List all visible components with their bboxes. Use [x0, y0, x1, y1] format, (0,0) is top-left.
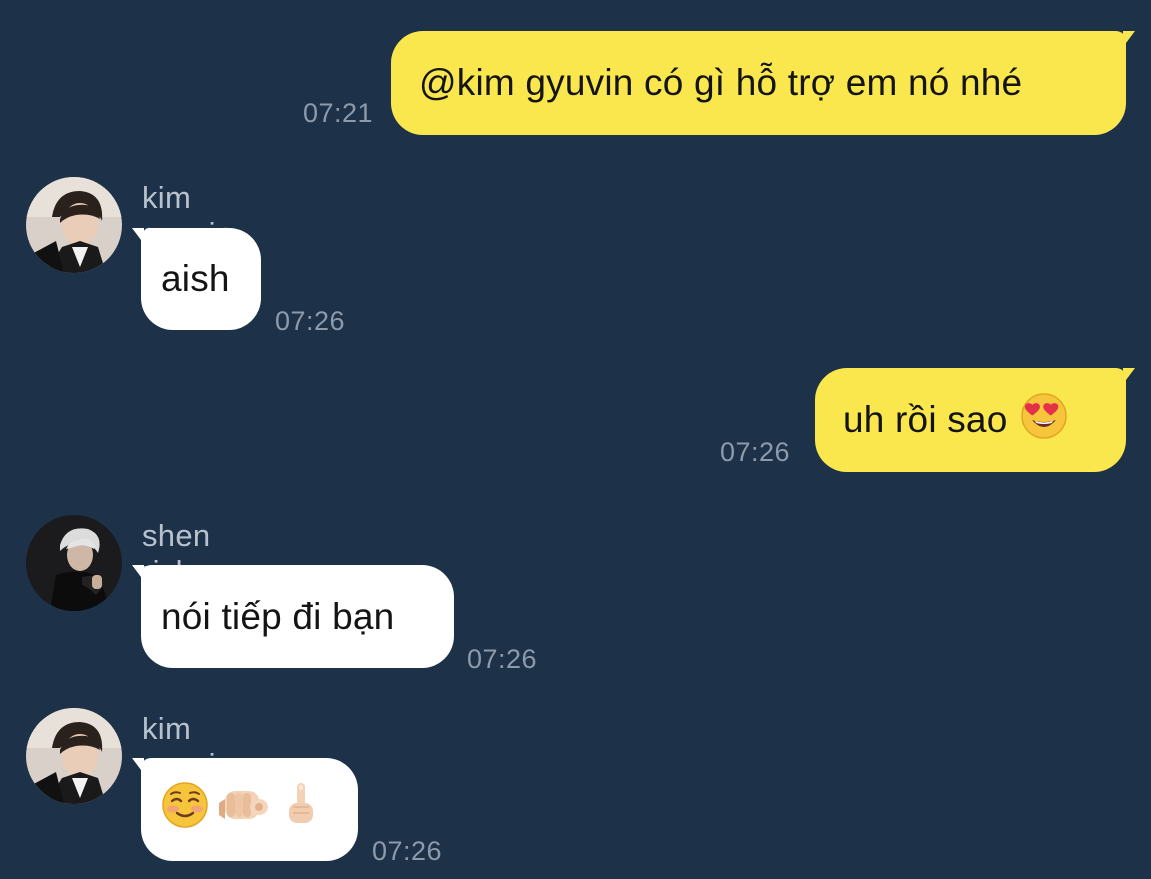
- avatar-kim-gyuvin-icon: [26, 708, 122, 804]
- message-bubble[interactable]: [141, 758, 358, 861]
- avatar[interactable]: [26, 177, 122, 273]
- bubble-tail: [1123, 31, 1135, 47]
- avatar-kim-gyuvin-icon: [26, 177, 122, 273]
- pointing-up-emoji-icon: [281, 781, 321, 838]
- message-timestamp: 07:21: [303, 98, 374, 128]
- message-timestamp: 07:26: [275, 306, 346, 336]
- message-bubble[interactable]: @kim gyuvin có gì hỗ trợ em nó nhé: [391, 31, 1126, 135]
- message-bubble[interactable]: uh rồi sao: [815, 368, 1126, 472]
- message-text: @kim gyuvin có gì hỗ trợ em nó nhé: [419, 62, 1023, 103]
- message-text: aish: [161, 258, 230, 299]
- message-bubble[interactable]: nói tiếp đi bạn: [141, 565, 454, 668]
- message-timestamp: 07:26: [372, 836, 443, 866]
- avatar[interactable]: [26, 708, 122, 804]
- message-timestamp: 07:26: [467, 644, 538, 674]
- smiling-blush-emoji-icon: [161, 781, 209, 838]
- message-bubble[interactable]: aish: [141, 228, 261, 330]
- message-text: nói tiếp đi bạn: [161, 595, 395, 637]
- heart-eyes-emoji-icon: [1020, 392, 1068, 449]
- pointing-at-viewer-emoji-icon: [219, 781, 271, 838]
- message-text: uh rồi sao: [843, 399, 1008, 440]
- emoji-row: [161, 781, 321, 838]
- avatar[interactable]: [26, 515, 122, 611]
- bubble-tail: [1123, 368, 1135, 384]
- avatar-shen-ricky-icon: [26, 515, 122, 611]
- message-timestamp: 07:26: [720, 437, 791, 467]
- chat-screen: { "messages": [ {"direction": "out", "te…: [0, 0, 1151, 879]
